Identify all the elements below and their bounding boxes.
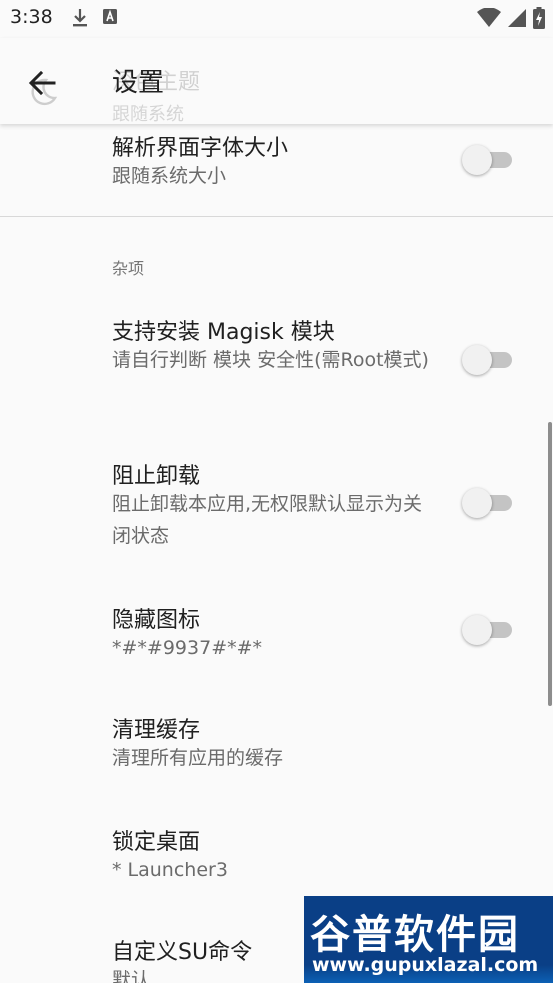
wifi-icon	[477, 7, 501, 32]
scrollbar[interactable]	[548, 422, 552, 706]
switch-thumb	[462, 615, 492, 645]
category-header: 杂项	[112, 259, 145, 278]
behind-item-subtitle: 跟随系统	[112, 104, 184, 125]
pref-hide-icon[interactable]: 隐藏图标 *#*#9937#*#*	[0, 590, 553, 682]
app-bar: 深色主题 跟随系统 设置	[0, 38, 553, 125]
font-size-switch[interactable]	[462, 142, 512, 176]
pref-font-size[interactable]: 解析界面字体大小 跟随系统大小	[0, 124, 553, 216]
pref-subtitle: *#*#9937#*#*	[112, 637, 263, 659]
watermark-url: www.gupuxlazal.com	[312, 954, 539, 976]
signal-icon	[507, 8, 527, 32]
magisk-switch[interactable]	[462, 342, 512, 376]
settings-list[interactable]: 解析界面字体大小 跟随系统大小 杂项 支持安装 Magisk 模块 请自行判断 …	[0, 124, 553, 983]
switch-thumb	[462, 488, 492, 518]
pref-title: 解析界面字体大小	[112, 136, 289, 161]
section-divider	[0, 216, 553, 217]
pref-title: 清理缓存	[112, 718, 201, 743]
pref-subtitle: 阻止卸载本应用,无权限默认显示为关闭状态	[112, 493, 423, 547]
hide-icon-switch[interactable]	[462, 612, 512, 646]
pref-title: 隐藏图标	[112, 608, 201, 633]
status-time: 3:38	[10, 6, 53, 28]
notification-icons	[72, 8, 118, 32]
prevent-uninstall-switch[interactable]	[462, 485, 512, 519]
pref-magisk[interactable]: 支持安装 Magisk 模块 请自行判断 模块 安全性(需Root模式)	[0, 302, 553, 422]
pref-title: 支持安装 Magisk 模块	[112, 320, 335, 345]
status-bar: 3:38	[0, 0, 553, 38]
system-icons	[477, 7, 545, 33]
scrolled-behind-item: 深色主题 跟随系统	[0, 48, 553, 125]
download-icon	[72, 8, 88, 32]
pref-title: 锁定桌面	[112, 830, 201, 855]
pref-title: 自定义SU命令	[112, 940, 253, 965]
watermark-logo: 谷普软件园 www.gupuxlazal.com	[304, 896, 553, 983]
pref-lock-launcher[interactable]: 锁定桌面 * Launcher3	[0, 814, 553, 906]
a-notification-icon	[102, 8, 118, 32]
pref-subtitle: 请自行判断 模块 安全性(需Root模式)	[112, 349, 429, 371]
page-title: 设置	[112, 68, 165, 98]
switch-thumb	[462, 345, 492, 375]
pref-clear-cache[interactable]: 清理缓存 清理所有应用的缓存	[0, 702, 553, 794]
pref-subtitle: * Launcher3	[112, 859, 228, 881]
arrow-back-icon	[24, 70, 60, 105]
pref-prevent-uninstall[interactable]: 阻止卸载 阻止卸载本应用,无权限默认显示为关闭状态	[0, 446, 553, 566]
back-button[interactable]	[24, 65, 60, 101]
pref-title: 阻止卸载	[112, 464, 201, 489]
watermark-text: 谷普软件园	[310, 912, 520, 958]
pref-subtitle: 跟随系统大小	[112, 165, 227, 187]
pref-subtitle: 清理所有应用的缓存	[112, 747, 284, 769]
switch-thumb	[462, 145, 492, 175]
battery-charging-icon	[533, 7, 545, 33]
